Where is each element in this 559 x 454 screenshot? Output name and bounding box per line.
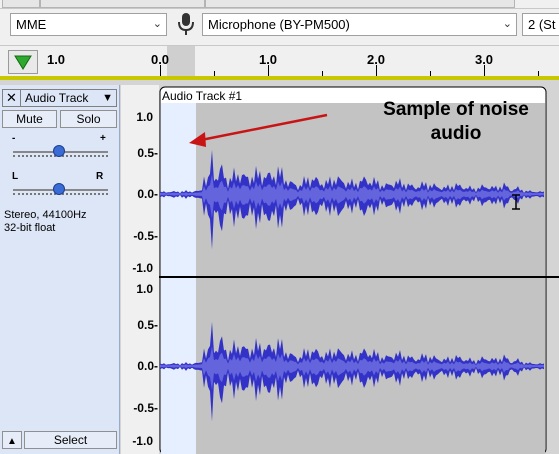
ruler-selection: [167, 46, 195, 77]
top-toolbar-edge: [0, 0, 559, 9]
collapse-icon: ▲: [7, 436, 17, 447]
track-bitdepth-info: 32-bit float: [4, 222, 56, 234]
scale-label: 0.0-: [137, 359, 158, 373]
track-name-menu[interactable]: Audio Track: [25, 90, 88, 106]
device-toolbar: MME ⌄ Microphone (BY-PM500) ⌄ 2 (St: [0, 9, 559, 41]
clip-name[interactable]: Audio Track #1: [162, 89, 242, 103]
select-track-button[interactable]: Select: [24, 431, 117, 449]
track-format-info: Stereo, 44100Hz 32-bit float: [4, 209, 87, 235]
scale-label: 0.0-: [137, 187, 158, 201]
toolbar-segment: [40, 0, 205, 8]
scale-label: 0.5-: [137, 146, 158, 160]
close-track-button[interactable]: ✕: [3, 90, 21, 106]
timeline-ruler[interactable]: 0.0 1.0 2.0 3.0: [151, 46, 559, 77]
recording-channels-select[interactable]: 2 (St: [522, 13, 559, 36]
track-header: ✕ Audio Track ▼: [2, 89, 117, 107]
unselected-region: [161, 103, 196, 454]
recording-device-select[interactable]: Microphone (BY-PM500) ⌄: [202, 13, 517, 36]
scale-label: 1.0: [136, 282, 153, 296]
ruler-label: 1.0: [46, 52, 66, 67]
microphone-icon: [178, 13, 194, 35]
gain-slider-thumb[interactable]: [53, 145, 65, 157]
scale-label: -1.0: [132, 261, 153, 275]
pan-slider-thumb[interactable]: [53, 183, 65, 195]
audio-host-select[interactable]: MME ⌄: [10, 13, 167, 36]
annotation-line: Sample of noise: [383, 99, 529, 120]
audio-host-value: MME: [16, 17, 47, 32]
timeline-ruler-bar: 1.0 0.0 1.0 2.0 3.0: [0, 45, 559, 77]
chevron-down-icon: ⌄: [152, 18, 162, 30]
scale-label: -0.5-: [133, 401, 158, 415]
play-head-icon: [14, 55, 32, 70]
scale-label: 0.5-: [137, 318, 158, 332]
selected-region[interactable]: [196, 103, 545, 454]
track-control-panel: ✕ Audio Track ▼ Mute Solo - + L R Stereo…: [0, 85, 120, 454]
toolbar-segment: [2, 0, 40, 8]
solo-button[interactable]: Solo: [60, 110, 117, 128]
scale-label: -1.0: [132, 434, 153, 448]
scale-label: -0.5-: [133, 229, 158, 243]
vertical-ruler[interactable]: 1.0 0.5- 0.0- -0.5- -1.0 1.0 0.5- 0.0- -…: [121, 85, 159, 454]
text-cursor-icon: [512, 194, 520, 210]
pan-slider[interactable]: [13, 180, 108, 196]
toolbar-segment: [205, 0, 515, 8]
close-icon: ✕: [6, 90, 17, 105]
collapse-track-button[interactable]: ▲: [2, 431, 22, 449]
track-rate-info: Stereo, 44100Hz: [4, 209, 87, 221]
recording-channels-value: 2 (St: [528, 17, 556, 32]
chevron-down-icon: ⌄: [502, 18, 512, 30]
gain-slider[interactable]: [13, 142, 108, 158]
dropdown-arrow-icon[interactable]: ▼: [102, 90, 113, 106]
pin-play-head-button[interactable]: [8, 50, 38, 74]
recording-device-value: Microphone (BY-PM500): [208, 17, 350, 32]
mute-button[interactable]: Mute: [2, 110, 57, 128]
annotation-line: audio: [430, 123, 482, 144]
annotation-text: Sample of noise audio: [361, 98, 551, 146]
scale-label: 1.0: [136, 110, 153, 124]
